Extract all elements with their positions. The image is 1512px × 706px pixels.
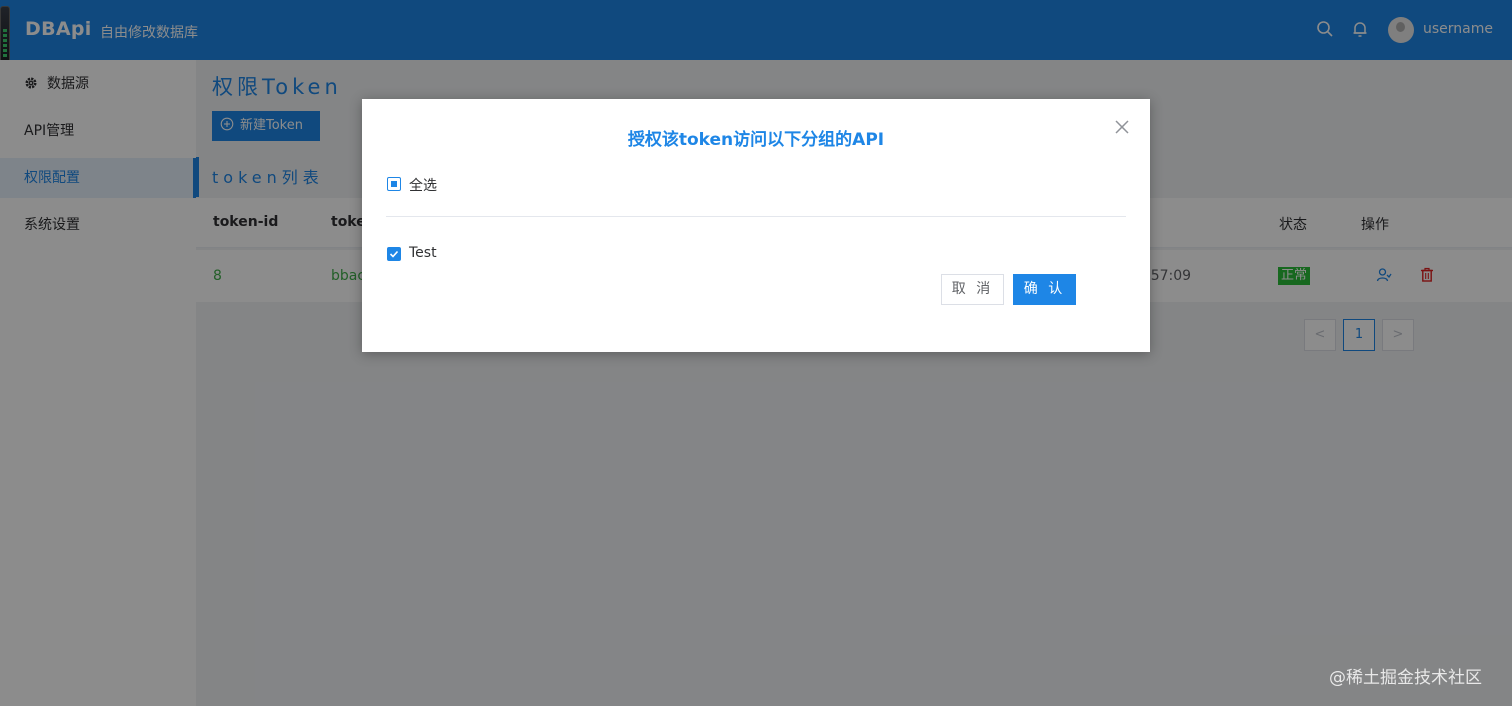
authorize-dialog: 授权该token访问以下分组的API 全选 Test 取 消 确 认 xyxy=(362,99,1150,352)
select-all-checkbox[interactable] xyxy=(387,177,401,191)
close-icon[interactable] xyxy=(1114,119,1130,135)
watermark: @稀土掘金技术社区 xyxy=(1329,668,1482,688)
select-all-label[interactable]: 全选 xyxy=(409,175,437,195)
cancel-button[interactable]: 取 消 xyxy=(941,274,1004,305)
check-icon xyxy=(389,250,399,258)
dialog-title: 授权该token访问以下分组的API xyxy=(627,130,885,150)
dialog-divider xyxy=(386,216,1126,217)
confirm-button[interactable]: 确 认 xyxy=(1013,274,1076,305)
group-label-test[interactable]: Test xyxy=(409,245,437,261)
group-checkbox-test[interactable] xyxy=(387,247,401,261)
